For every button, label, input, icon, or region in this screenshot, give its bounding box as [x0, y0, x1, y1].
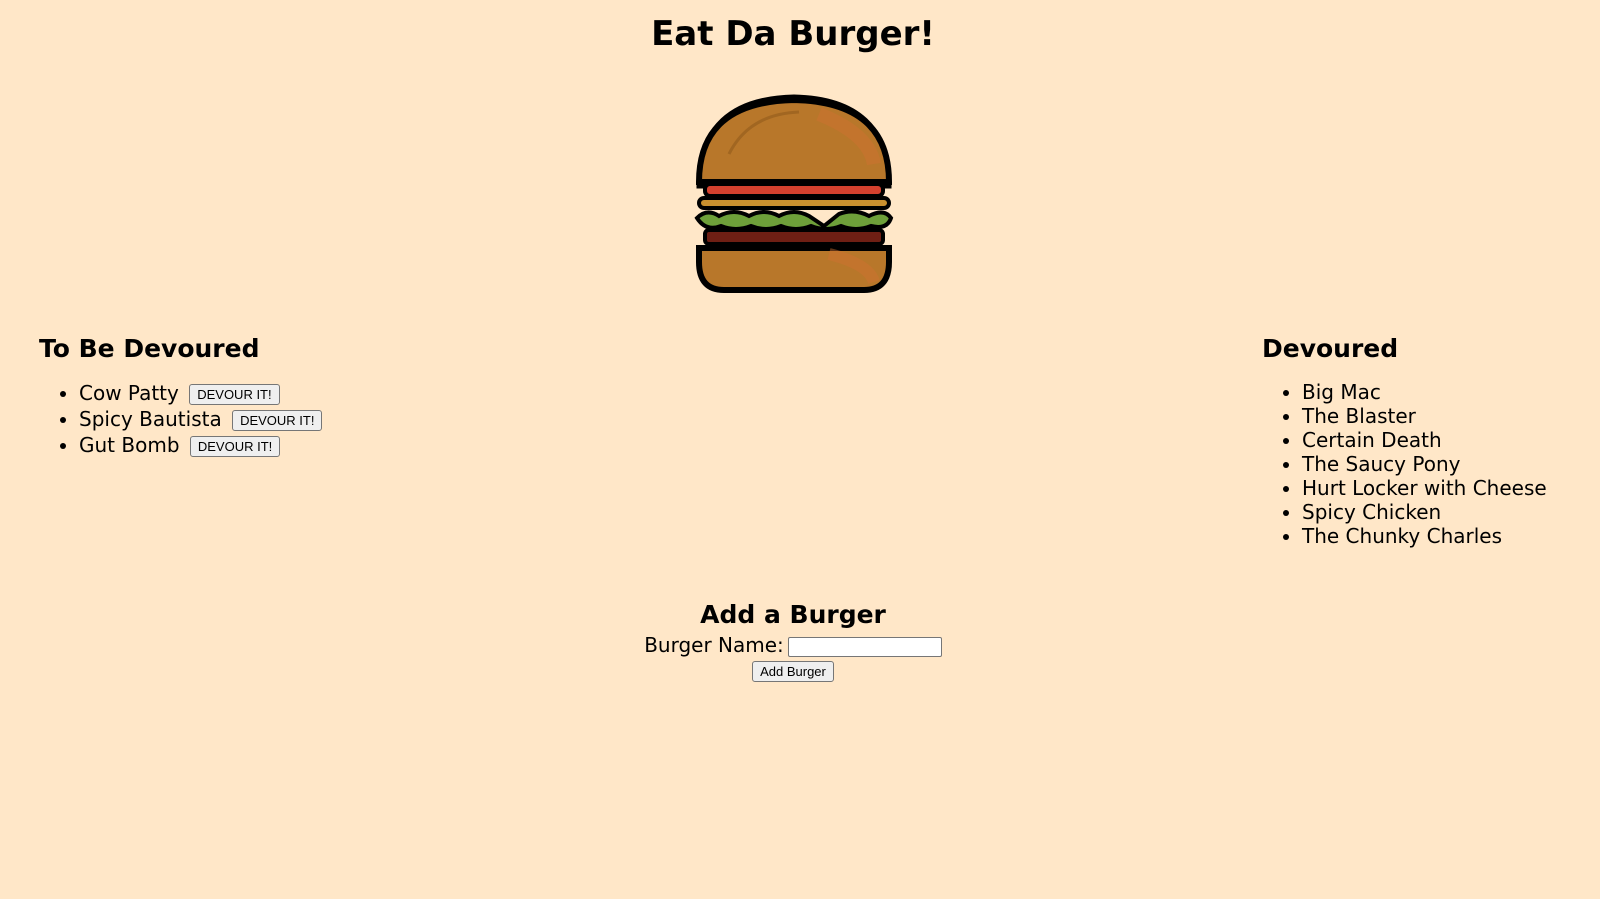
- list-item: Spicy Chicken: [1302, 500, 1547, 524]
- burger-name-label: Burger Name:: [644, 633, 784, 657]
- list-item: Gut Bomb DEVOUR IT!: [79, 432, 322, 458]
- devour-button[interactable]: DEVOUR IT!: [189, 384, 280, 405]
- devour-button[interactable]: DEVOUR IT!: [232, 410, 323, 431]
- page-title: Eat Da Burger!: [651, 14, 935, 54]
- list-item: Cow Patty DEVOUR IT!: [79, 380, 322, 406]
- list-item: Spicy Bautista DEVOUR IT!: [79, 406, 323, 432]
- burger-name: Gut Bomb: [79, 433, 180, 457]
- list-item: Certain Death: [1302, 428, 1547, 452]
- to-be-devoured-list: Cow Patty DEVOUR IT! Spicy Bautista DEVO…: [39, 380, 323, 458]
- add-burger-heading: Add a Burger: [700, 600, 886, 629]
- burger-name: Spicy Bautista: [79, 407, 222, 431]
- add-burger-form: Add a Burger Burger Name: Add Burger: [0, 600, 1586, 682]
- list-item: The Blaster: [1302, 404, 1547, 428]
- burger-name: Cow Patty: [79, 381, 179, 405]
- devoured-heading: Devoured: [1262, 334, 1399, 363]
- burger-name-input[interactable]: [787, 636, 942, 657]
- list-item: The Saucy Pony: [1302, 452, 1547, 476]
- list-item: Hurt Locker with Cheese: [1302, 476, 1547, 500]
- devoured-list: Big Mac The Blaster Certain Death The Sa…: [1262, 380, 1547, 548]
- devour-button[interactable]: DEVOUR IT!: [189, 436, 281, 457]
- add-burger-button[interactable]: Add Burger: [752, 661, 834, 682]
- burger-logo-icon: [694, 94, 894, 293]
- burger-name-row: Burger Name:: [0, 633, 1586, 657]
- to-be-devoured-heading: To Be Devoured: [39, 334, 260, 363]
- list-item: Big Mac: [1302, 380, 1547, 404]
- list-item: The Chunky Charles: [1302, 524, 1547, 548]
